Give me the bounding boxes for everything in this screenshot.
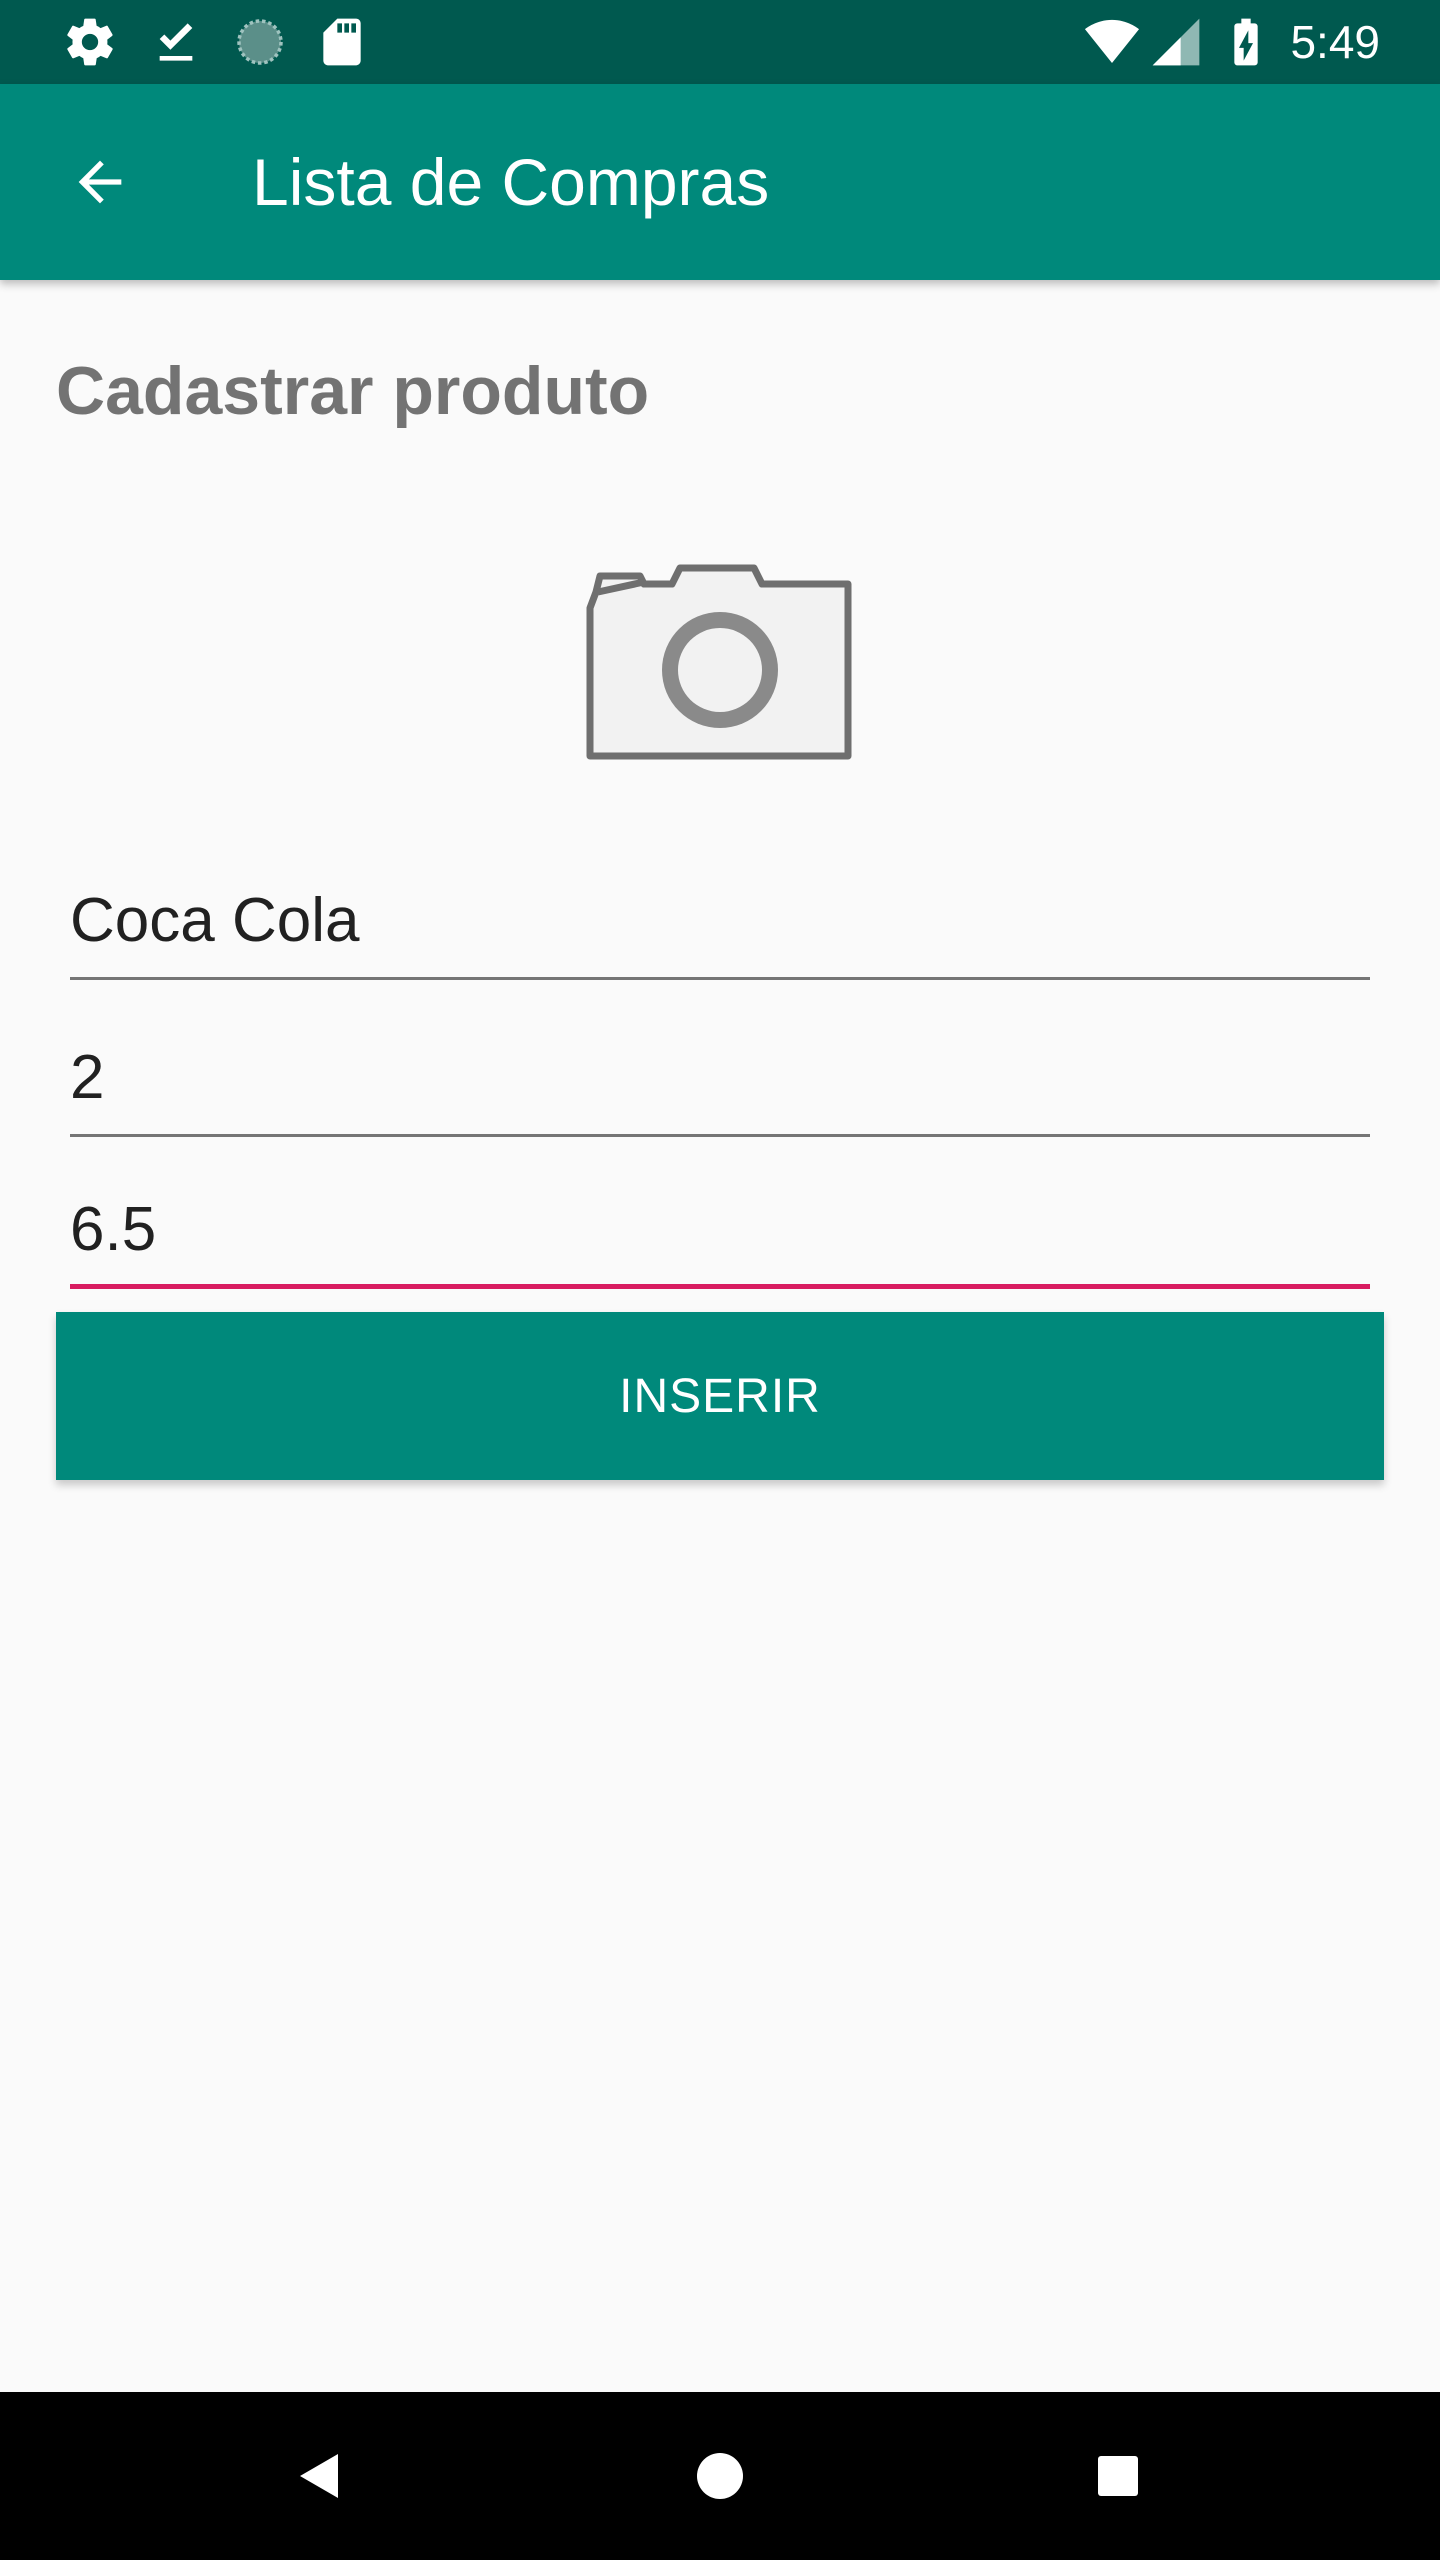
download-done-icon bbox=[148, 14, 204, 70]
settings-icon bbox=[62, 14, 118, 70]
product-photo-button[interactable] bbox=[580, 548, 860, 768]
price-underline bbox=[70, 1284, 1370, 1289]
nav-back-button[interactable] bbox=[280, 2436, 360, 2516]
product-name-input[interactable] bbox=[70, 870, 1370, 970]
battery-charging-icon bbox=[1218, 14, 1274, 70]
sync-progress-icon bbox=[232, 14, 288, 70]
quantity-input[interactable] bbox=[70, 1027, 1370, 1127]
nav-home-button[interactable] bbox=[680, 2436, 760, 2516]
product-name-field[interactable] bbox=[70, 870, 1370, 980]
page-heading: Cadastrar produto bbox=[56, 353, 650, 429]
status-bar: 5:49 bbox=[0, 0, 1440, 84]
quantity-field[interactable] bbox=[70, 1027, 1370, 1137]
quantity-underline bbox=[70, 1134, 1370, 1137]
insert-button[interactable]: INSERIR bbox=[56, 1312, 1384, 1480]
nav-recents-icon bbox=[1078, 2436, 1158, 2516]
cell-signal-icon bbox=[1148, 14, 1204, 70]
wifi-icon bbox=[1080, 14, 1144, 70]
app-bar: Lista de Compras bbox=[0, 84, 1440, 280]
navigation-bar bbox=[0, 2392, 1440, 2560]
product-name-underline bbox=[70, 977, 1370, 980]
price-input[interactable] bbox=[70, 1179, 1370, 1279]
sd-card-icon bbox=[314, 14, 370, 70]
status-time: 5:49 bbox=[1290, 16, 1380, 68]
price-field[interactable] bbox=[70, 1179, 1370, 1289]
arrow-back-icon bbox=[68, 150, 132, 214]
nav-home-icon bbox=[680, 2436, 760, 2516]
camera-icon bbox=[580, 548, 860, 768]
app-title: Lista de Compras bbox=[252, 145, 770, 219]
nav-recents-button[interactable] bbox=[1078, 2436, 1158, 2516]
screen: 5:49 Lista de Compras Cadastrar produto bbox=[0, 0, 1440, 2560]
nav-back-icon bbox=[280, 2436, 360, 2516]
back-button[interactable] bbox=[48, 130, 152, 234]
